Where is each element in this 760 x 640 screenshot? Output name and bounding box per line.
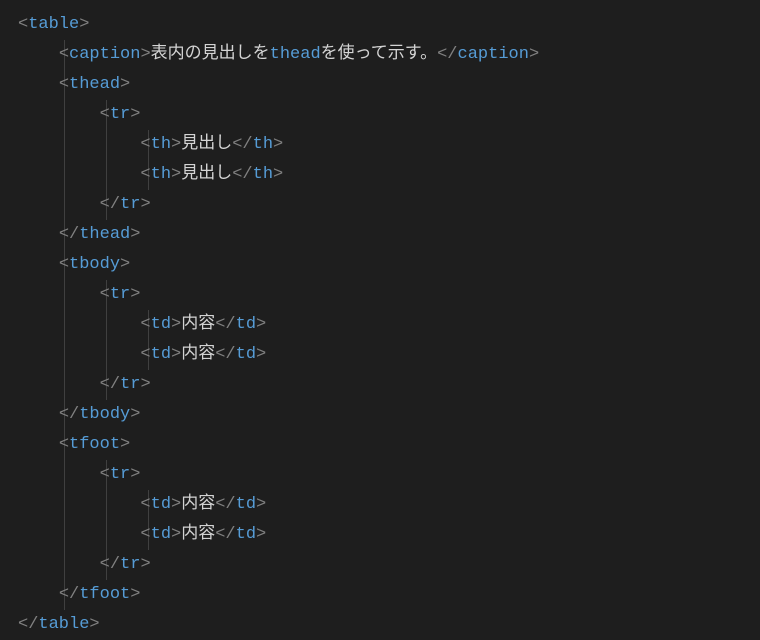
tag-th-close: th xyxy=(253,165,273,184)
caption-text: 表内の見出しを xyxy=(151,45,270,64)
code-line: <td>内容</td> xyxy=(18,340,742,370)
tag-td-close: td xyxy=(236,495,256,514)
cell-text: 内容 xyxy=(181,345,215,364)
tag-tfoot: tfoot xyxy=(69,435,120,454)
code-line: <td>内容</td> xyxy=(18,490,742,520)
code-line: <td>内容</td> xyxy=(18,520,742,550)
tag-td-close: td xyxy=(236,315,256,334)
tag-caption-close: caption xyxy=(458,45,529,64)
cell-text: 内容 xyxy=(181,525,215,544)
tag-tr-close: tr xyxy=(120,195,140,214)
cell-text: 見出し xyxy=(181,165,232,184)
cell-text: 内容 xyxy=(181,315,215,334)
tag-tr: tr xyxy=(110,105,130,124)
tag-tbody-close: tbody xyxy=(79,405,130,424)
tag-tr: tr xyxy=(110,465,130,484)
code-line: </table> xyxy=(18,610,742,640)
cell-text: 見出し xyxy=(181,135,232,154)
tag-td: td xyxy=(151,495,171,514)
code-line: </tr> xyxy=(18,190,742,220)
tag-tr-close: tr xyxy=(120,375,140,394)
tag-tr: tr xyxy=(110,285,130,304)
tag-tbody: tbody xyxy=(69,255,120,274)
code-line: </tr> xyxy=(18,550,742,580)
tag-thead: thead xyxy=(69,75,120,94)
caption-keyword: thead xyxy=(270,45,321,64)
caption-text: を使って示す。 xyxy=(321,45,437,64)
tag-td-close: td xyxy=(236,525,256,544)
tag-table: table xyxy=(28,15,79,34)
tag-th-close: th xyxy=(253,135,273,154)
code-line: <thead> xyxy=(18,70,742,100)
tag-td: td xyxy=(151,345,171,364)
tag-tfoot-close: tfoot xyxy=(79,585,130,604)
code-line: <tr> xyxy=(18,100,742,130)
code-line: </tr> xyxy=(18,370,742,400)
tag-caption: caption xyxy=(69,45,140,64)
cell-text: 内容 xyxy=(181,495,215,514)
tag-table-close: table xyxy=(38,615,89,634)
code-line: <tfoot> xyxy=(18,430,742,460)
code-line: <tbody> xyxy=(18,250,742,280)
code-line: </tbody> xyxy=(18,400,742,430)
code-line: <th>見出し</th> xyxy=(18,130,742,160)
code-line: <table> xyxy=(18,10,742,40)
tag-thead-close: thead xyxy=(79,225,130,244)
tag-td: td xyxy=(151,315,171,334)
tag-td-close: td xyxy=(236,345,256,364)
code-editor-content[interactable]: <table> <caption>表内の見出しをtheadを使って示す。</ca… xyxy=(18,10,742,640)
tag-th: th xyxy=(151,165,171,184)
code-line: <tr> xyxy=(18,280,742,310)
code-line: <td>内容</td> xyxy=(18,310,742,340)
code-line: <th>見出し</th> xyxy=(18,160,742,190)
code-line: <caption>表内の見出しをtheadを使って示す。</caption> xyxy=(18,40,742,70)
tag-tr-close: tr xyxy=(120,555,140,574)
code-line: </tfoot> xyxy=(18,580,742,610)
code-line: <tr> xyxy=(18,460,742,490)
tag-th: th xyxy=(151,135,171,154)
code-line: </thead> xyxy=(18,220,742,250)
tag-td: td xyxy=(151,525,171,544)
